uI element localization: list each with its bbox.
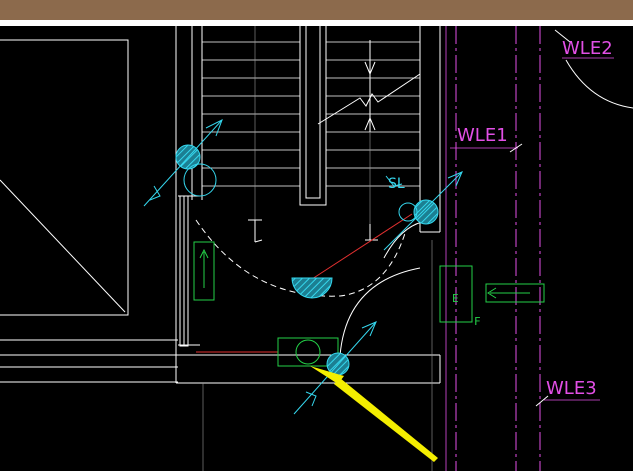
stair-treads [202, 41, 420, 187]
stair-break-line [317, 40, 421, 132]
fixture-label-sl: SL [388, 176, 405, 192]
cyan-fixture-center[interactable] [291, 277, 333, 299]
grid-label-wle2: WLE2 [562, 38, 613, 59]
cad-drawing-canvas[interactable]: WLE1 WLE2 WLE3 E F SL [0, 26, 633, 471]
right-door [339, 221, 423, 357]
equipment-label-e: E [452, 292, 459, 305]
level-markers [248, 219, 378, 243]
top-right-arc [565, 59, 633, 109]
grid-label-wle1: WLE1 [457, 125, 508, 146]
yellow-arrow-icon [310, 366, 438, 462]
equipment-label-f: F [474, 315, 481, 328]
left-room-outline [0, 39, 178, 383]
grid-label-wle3: WLE3 [546, 378, 597, 399]
cyan-fixture-upper-left[interactable] [143, 118, 223, 207]
grid-lines [455, 26, 541, 471]
title-bar [0, 0, 633, 20]
center-lines [202, 26, 433, 471]
stair-center-rail [299, 26, 327, 206]
green-equipment[interactable] [193, 241, 545, 367]
grid-lines-solid [445, 26, 614, 471]
